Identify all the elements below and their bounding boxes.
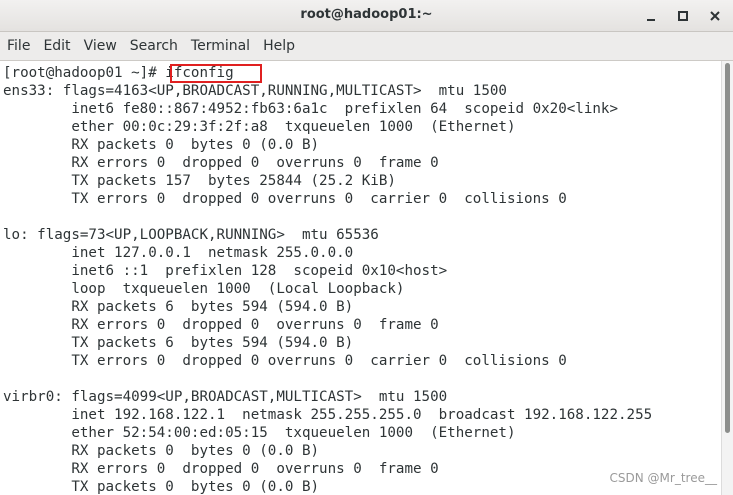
terminal-line: TX packets 0 bytes 0 (0.0 B) bbox=[3, 479, 320, 495]
menu-help[interactable]: Help bbox=[258, 34, 300, 58]
menu-search[interactable]: Search bbox=[125, 34, 183, 58]
terminal-line: ens33: flags=4163<UP,BROADCAST,RUNNING,M… bbox=[3, 83, 507, 99]
window-title: root@hadoop01:~ bbox=[300, 7, 433, 22]
terminal-line: RX errors 0 dropped 0 overruns 0 frame 0 bbox=[3, 155, 439, 171]
terminal-line: RX packets 6 bytes 594 (594.0 B) bbox=[3, 299, 354, 315]
terminal-line: loop txqueuelen 1000 (Local Loopback) bbox=[3, 281, 405, 297]
terminal-line: RX errors 0 dropped 0 overruns 0 frame 0 bbox=[3, 317, 439, 333]
terminal-line: ether 00:0c:29:3f:2f:a8 txqueuelen 1000 … bbox=[3, 119, 516, 135]
terminal-line: inet 127.0.0.1 netmask 255.0.0.0 bbox=[3, 245, 354, 261]
terminal-line: RX packets 0 bytes 0 (0.0 B) bbox=[3, 443, 320, 459]
maximize-button[interactable] bbox=[672, 5, 694, 27]
terminal-line: virbr0: flags=4099<UP,BROADCAST,MULTICAS… bbox=[3, 389, 448, 405]
terminal-prompt-line: [root@hadoop01 ~]# ifconfig bbox=[3, 65, 234, 81]
terminal-line: inet6 fe80::867:4952:fb63:6a1c prefixlen… bbox=[3, 101, 618, 117]
menu-file[interactable]: File bbox=[2, 34, 35, 58]
menu-edit[interactable]: Edit bbox=[38, 34, 75, 58]
terminal-line: RX errors 0 dropped 0 overruns 0 frame 0 bbox=[3, 461, 439, 477]
scrollbar-thumb[interactable] bbox=[725, 63, 730, 433]
vertical-scrollbar[interactable] bbox=[721, 61, 733, 495]
command-highlight-box bbox=[170, 64, 262, 83]
close-icon bbox=[710, 11, 720, 21]
title-bar[interactable]: root@hadoop01:~ bbox=[0, 0, 733, 32]
terminal-line: TX packets 6 bytes 594 (594.0 B) bbox=[3, 335, 354, 351]
minimize-icon bbox=[647, 19, 655, 21]
terminal-line: RX packets 0 bytes 0 (0.0 B) bbox=[3, 137, 320, 153]
menu-terminal[interactable]: Terminal bbox=[186, 34, 255, 58]
watermark-text: CSDN @Mr_tree__ bbox=[609, 471, 717, 485]
close-button[interactable] bbox=[704, 5, 726, 27]
terminal-line: TX errors 0 dropped 0 overruns 0 carrier… bbox=[3, 191, 567, 207]
terminal-line: lo: flags=73<UP,LOOPBACK,RUNNING> mtu 65… bbox=[3, 227, 379, 243]
terminal-window: root@hadoop01:~ File Edit View Search Te… bbox=[0, 0, 733, 495]
menu-view[interactable]: View bbox=[79, 34, 122, 58]
terminal-line: TX packets 157 bytes 25844 (25.2 KiB) bbox=[3, 173, 396, 189]
menu-bar: File Edit View Search Terminal Help bbox=[0, 32, 733, 61]
maximize-icon bbox=[678, 11, 688, 21]
terminal-output: [root@hadoop01 ~]# ifconfig ens33: flags=… bbox=[3, 64, 652, 495]
terminal-line: TX errors 0 dropped 0 overruns 0 carrier… bbox=[3, 353, 567, 369]
terminal-line: ether 52:54:00:ed:05:15 txqueuelen 1000 … bbox=[3, 425, 516, 441]
terminal-line: inet6 ::1 prefixlen 128 scopeid 0x10<hos… bbox=[3, 263, 448, 279]
terminal-line: inet 192.168.122.1 netmask 255.255.255.0… bbox=[3, 407, 653, 423]
minimize-button[interactable] bbox=[640, 5, 662, 27]
terminal-output-area[interactable]: [root@hadoop01 ~]# ifconfig ens33: flags=… bbox=[0, 61, 721, 495]
